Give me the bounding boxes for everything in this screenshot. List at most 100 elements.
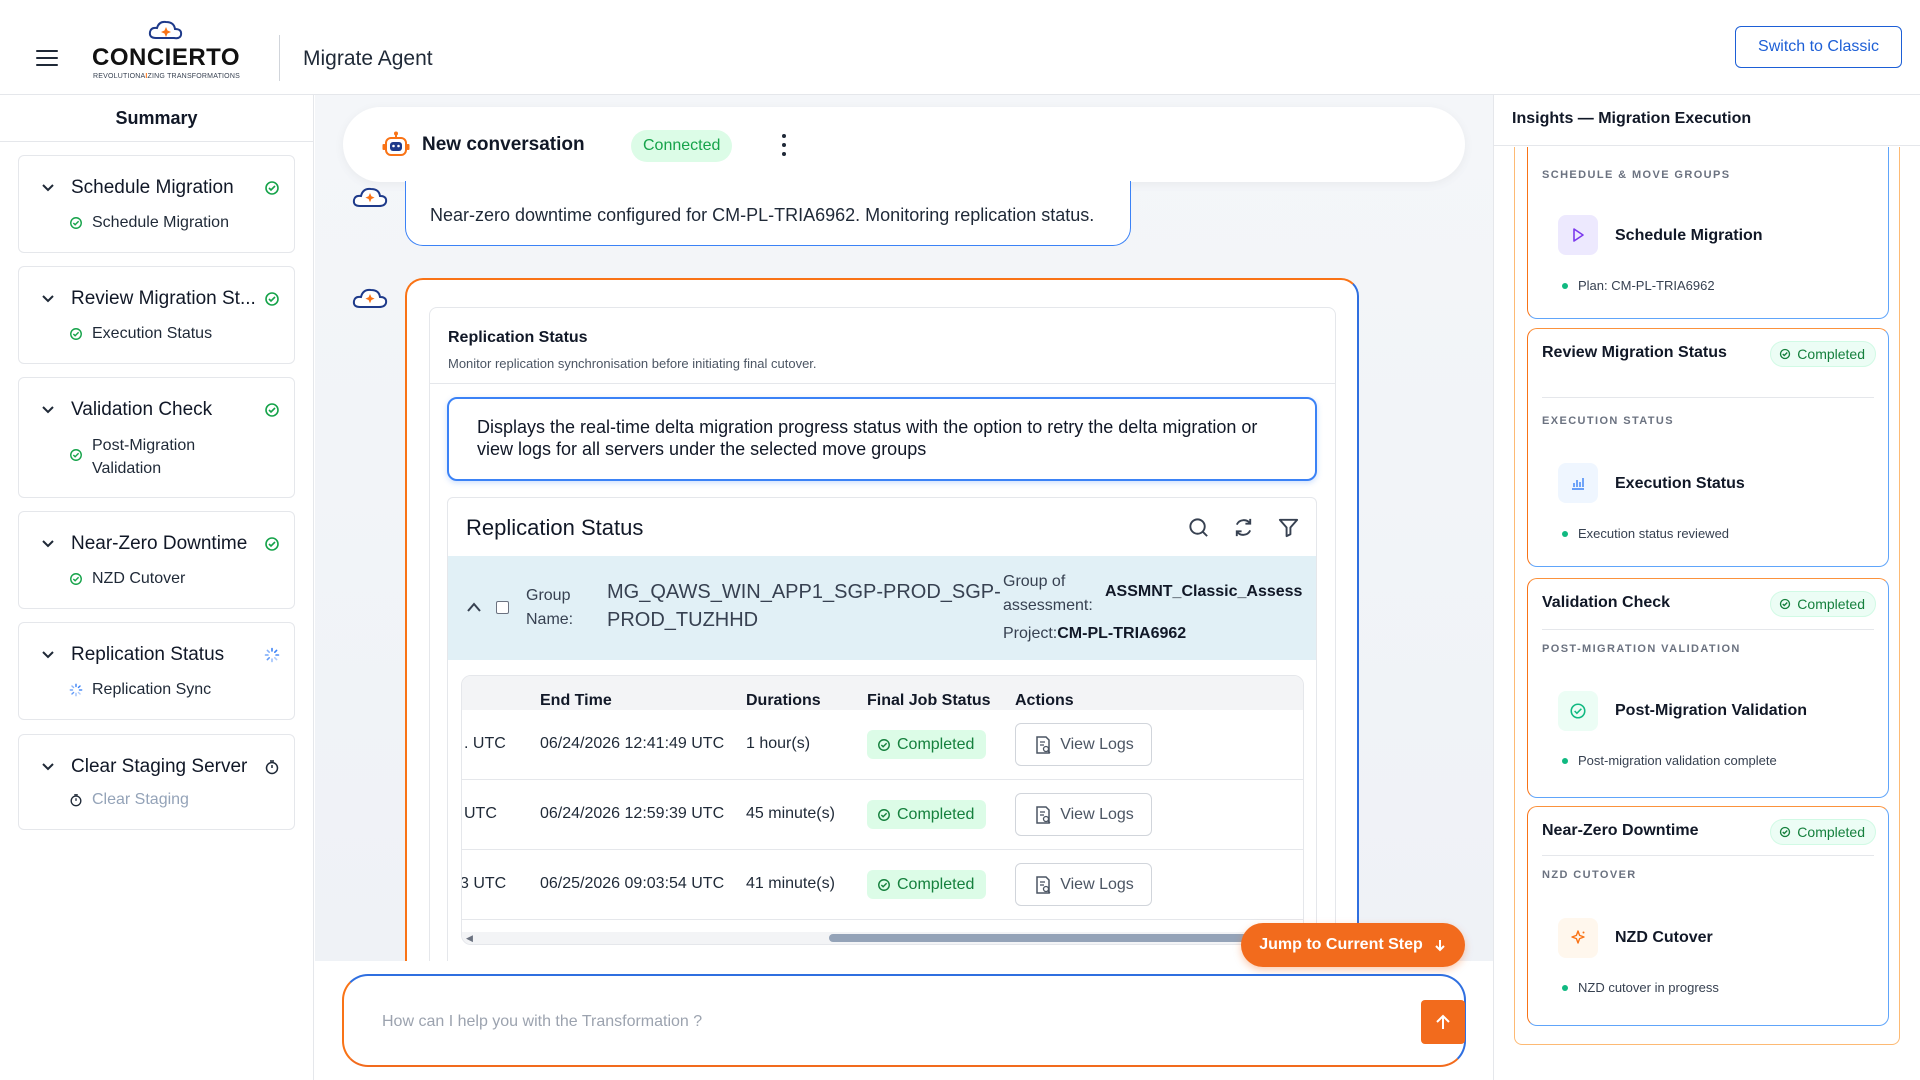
insight-card-review-migration-status: Review Migration Status Completed EXECUT…: [1527, 328, 1889, 567]
more-options-icon[interactable]: [781, 134, 787, 156]
section-label: POST-MIGRATION VALIDATION: [1542, 643, 1741, 655]
view-logs-button[interactable]: View Logs: [1015, 723, 1152, 766]
step-sub-item: NZD Cutover: [69, 570, 185, 588]
chevron-down-icon[interactable]: [41, 537, 55, 551]
step-card-clear-staging-server[interactable]: Clear Staging Server Clear Staging: [18, 734, 295, 830]
summary-sidebar: Summary Schedule Migration Schedule Migr…: [0, 95, 314, 1080]
section-label: NZD CUTOVER: [1542, 869, 1637, 881]
logo-cloud-icon: [148, 20, 183, 40]
insight-note: Execution status reviewed: [1562, 526, 1729, 541]
completed-badge: Completed: [1770, 819, 1876, 845]
scrollbar-thumb[interactable]: [829, 934, 1249, 942]
group-assessment-value: ASSMNT_Classic_Assess: [1105, 583, 1303, 600]
start-time-cell: UTC: [464, 805, 497, 822]
header-divider: [279, 35, 280, 81]
divider: [1542, 629, 1874, 630]
card-title: Replication Status: [448, 329, 588, 346]
chat-input[interactable]: [382, 1006, 1332, 1038]
insight-card-schedule-migration: SCHEDULE & MOVE GROUPS Schedule Migratio…: [1527, 147, 1889, 319]
check-circle-icon: [70, 573, 82, 585]
section-label: SCHEDULE & MOVE GROUPS: [1542, 169, 1731, 181]
concierto-logo: CONCIERTO REVOLUTIONAIZING TRANSFORMATIO…: [92, 18, 252, 80]
duration-cell: 1 hour(s): [746, 735, 811, 752]
check-circle-icon: [1780, 826, 1791, 838]
section-label: EXECUTION STATUS: [1542, 415, 1674, 427]
chevron-down-icon[interactable]: [41, 648, 55, 662]
check-circle-icon: [1780, 598, 1791, 610]
column-header[interactable]: Final Job Status: [867, 692, 991, 710]
log-file-icon: [1036, 805, 1051, 824]
step-sub-item: Clear Staging: [69, 791, 189, 809]
conversation-title: New conversation: [422, 134, 585, 155]
check-circle-icon: [70, 217, 82, 229]
conversation-header: New conversation Connected: [343, 107, 1465, 182]
duration-cell: 45 minute(s): [746, 805, 835, 822]
completed-badge: Completed: [867, 730, 987, 759]
check-circle-icon: [878, 878, 890, 891]
app-header: CONCIERTO REVOLUTIONAIZING TRANSFORMATIO…: [0, 0, 1920, 95]
column-header[interactable]: Durations: [746, 692, 821, 710]
step-title: Replication Status: [71, 644, 225, 665]
arrow-up-icon: [1436, 1014, 1450, 1029]
refresh-icon[interactable]: [1232, 516, 1255, 539]
insight-note: Post-migration validation complete: [1562, 753, 1777, 768]
app-title: Migrate Agent: [303, 47, 433, 70]
table-row: UTC 06/24/2026 12:59:39 UTC 45 minute(s)…: [462, 780, 1303, 850]
logo-tagline: REVOLUTIONAIZING TRANSFORMATIONS: [93, 73, 240, 80]
column-header[interactable]: Actions: [1015, 692, 1074, 710]
view-logs-button[interactable]: View Logs: [1015, 793, 1152, 836]
check-circle-icon: [1558, 691, 1598, 731]
step-title: Review Migration St...: [71, 288, 256, 309]
insight-card-title: Validation Check: [1542, 594, 1671, 611]
panel-title: Replication Status: [466, 515, 644, 540]
chevron-down-icon[interactable]: [41, 181, 55, 195]
bar-chart-icon: [1558, 463, 1598, 503]
duration-cell: 41 minute(s): [746, 875, 835, 892]
filter-icon[interactable]: [1277, 516, 1300, 539]
insights-title: Insights — Migration Execution: [1512, 110, 1752, 127]
chevron-down-icon[interactable]: [41, 760, 55, 774]
step-card-schedule-migration[interactable]: Schedule Migration Schedule Migration: [18, 155, 295, 253]
step-title: Schedule Migration: [71, 177, 234, 198]
ai-avatar-icon: [352, 187, 388, 207]
divider: [1494, 145, 1920, 146]
chevron-up-icon[interactable]: [466, 601, 482, 613]
horizontal-scrollbar[interactable]: ◀: [462, 932, 1303, 944]
check-circle-icon: [70, 328, 82, 340]
sparkle-icon: [1558, 918, 1598, 958]
insight-item-title: Post-Migration Validation: [1615, 702, 1808, 719]
chevron-down-icon[interactable]: [41, 292, 55, 306]
scroll-left-icon[interactable]: ◀: [466, 933, 473, 944]
send-button[interactable]: [1421, 1000, 1465, 1044]
step-card-review-migration-status[interactable]: Review Migration St... Execution Status: [18, 266, 295, 364]
step-title: Near-Zero Downtime: [71, 533, 248, 554]
timer-icon: [265, 760, 279, 775]
step-title: Clear Staging Server: [71, 756, 248, 777]
step-card-near-zero-downtime[interactable]: Near-Zero Downtime NZD Cutover: [18, 511, 295, 609]
insight-item-title: Schedule Migration: [1615, 227, 1763, 244]
group-select-checkbox[interactable]: [496, 601, 509, 614]
jump-to-current-step-button[interactable]: Jump to Current Step: [1241, 923, 1465, 967]
group-name-value: MG_QAWS_WIN_APP1_SGP-PROD_SGP-PROD_TUZHH…: [607, 581, 1001, 631]
column-header[interactable]: End Time: [540, 692, 612, 710]
divider: [1542, 397, 1874, 398]
group-project: Project:CM-PL-TRIA6962: [1003, 625, 1187, 642]
table-row: 3 UTC 06/25/2026 09:03:54 UTC 41 minute(…: [462, 850, 1303, 920]
completed-badge: Completed: [1770, 341, 1876, 367]
completed-badge: Completed: [867, 800, 987, 829]
insight-card-title: Review Migration Status: [1542, 344, 1727, 361]
switch-to-classic-button[interactable]: Switch to Classic: [1735, 26, 1902, 68]
chevron-down-icon[interactable]: [41, 403, 55, 417]
step-card-validation-check[interactable]: Validation Check Post-Migration Validati…: [18, 377, 295, 498]
search-icon[interactable]: [1187, 516, 1210, 539]
assistant-message: Near-zero downtime configured for CM-PL-…: [405, 181, 1131, 246]
replication-status-message-card: Replication Status Monitor replication s…: [405, 278, 1359, 1080]
step-sub-item: Replication Sync: [69, 681, 211, 699]
view-logs-button[interactable]: View Logs: [1015, 863, 1152, 906]
menu-icon[interactable]: [36, 50, 58, 66]
insight-card-validation-check: Validation Check Completed POST-MIGRATIO…: [1527, 578, 1889, 798]
check-circle-icon: [265, 181, 279, 195]
replication-table: End Time Durations Final Job Status Acti…: [461, 675, 1304, 945]
step-card-replication-status[interactable]: Replication Status Replication Sync: [18, 622, 295, 720]
insights-list: SCHEDULE & MOVE GROUPS Schedule Migratio…: [1514, 147, 1900, 1045]
